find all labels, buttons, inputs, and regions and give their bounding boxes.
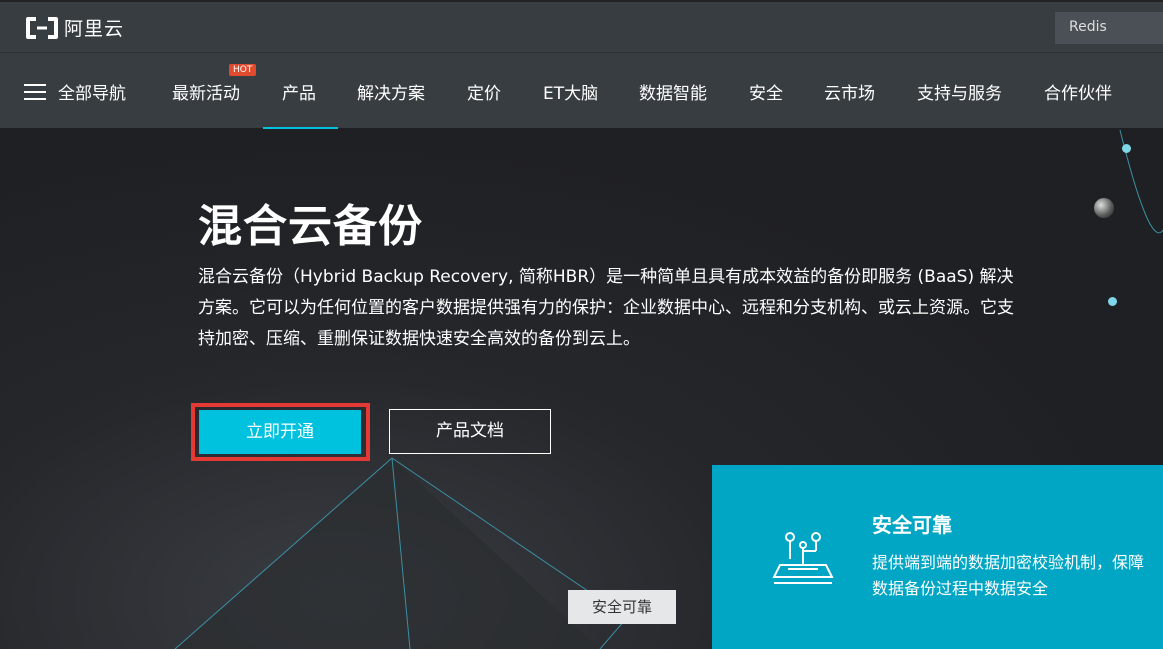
feature-text: 提供端到端的数据加密校验机制，保障数据备份过程中数据安全 (872, 553, 1145, 598)
feature-card: 安全可靠 提供端到端的数据加密校验机制，保障数据备份过程中数据安全 (712, 465, 1163, 649)
decor-dot (1108, 297, 1117, 306)
shield-circuit-icon (770, 529, 836, 593)
feature-title: 安全可靠 (872, 513, 952, 537)
decor-dot (1122, 144, 1131, 153)
activate-now-button[interactable]: 立即开通 (199, 410, 361, 454)
product-docs-button[interactable]: 产品文档 (389, 409, 551, 454)
product-description: 混合云备份（Hybrid Backup Recovery, 简称HBR）是一种简… (198, 267, 1014, 349)
decor-sphere (1094, 198, 1114, 218)
page-title: 混合云备份 (198, 201, 423, 252)
floating-tag: 安全可靠 (568, 590, 676, 624)
